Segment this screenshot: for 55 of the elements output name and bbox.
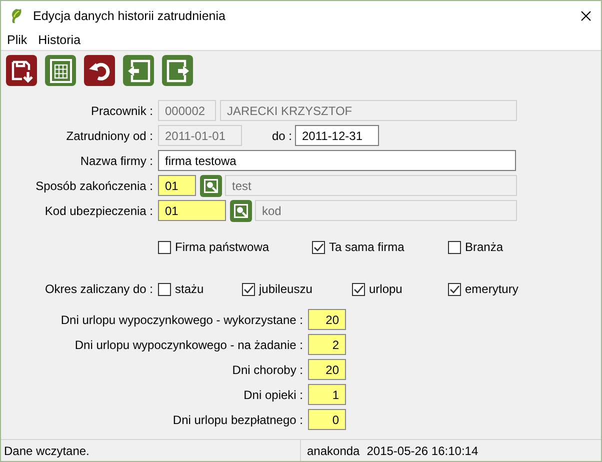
status-timestamp: 2015-05-26 16:10:14: [366, 444, 478, 458]
checkbox[interactable]: [158, 282, 171, 296]
checkbox[interactable]: [158, 240, 171, 254]
field-label: Dni urlopu wypoczynkowego - wykorzystane :: [60, 312, 303, 326]
field-label: Dni urlopu bezpłatnego :: [172, 412, 303, 426]
employee-name-field[interactable]: JARECKI KRZYSZTOF: [220, 100, 517, 121]
checkbox-label[interactable]: jubileuszu: [259, 282, 312, 296]
checkbox-label[interactable]: stażu: [175, 282, 204, 296]
description-field[interactable]: test: [225, 175, 517, 196]
checkbox-label[interactable]: Firma państwowa: [175, 240, 270, 254]
code-field[interactable]: 01: [158, 200, 226, 221]
days-field[interactable]: 1: [308, 384, 346, 405]
description-field[interactable]: kod: [255, 200, 517, 221]
field-label: Sposób zakończenia :: [34, 178, 153, 192]
undo-button[interactable]: [84, 55, 115, 86]
code-field[interactable]: 01: [158, 175, 196, 196]
field-label: Okres zaliczany do :: [44, 282, 153, 296]
menu-item[interactable]: Historia: [32, 33, 86, 47]
checkbox-label[interactable]: emerytury: [465, 282, 518, 296]
checkbox[interactable]: [448, 282, 461, 296]
company-name-field[interactable]: firma testowa: [158, 150, 516, 171]
field-label: Dni urlopu wypoczynkowego - na żadanie :: [74, 338, 303, 352]
leaf-icon: [9, 8, 23, 24]
date-to-field[interactable]: 2011-12-31: [295, 125, 379, 146]
days-field[interactable]: 20: [308, 309, 346, 330]
checkbox[interactable]: [312, 240, 325, 254]
save-button[interactable]: [6, 55, 37, 86]
menu-item[interactable]: Plik: [1, 33, 32, 47]
field-label: Nazwa firmy :: [79, 154, 153, 168]
days-field[interactable]: 20: [308, 359, 346, 380]
status-user: anakonda: [307, 444, 360, 458]
status-message: Dane wczytane.: [3, 444, 90, 458]
previous-button[interactable]: [123, 55, 154, 86]
date-from-field[interactable]: 2011-01-01: [158, 125, 242, 146]
checkbox-label[interactable]: urlopu: [369, 282, 402, 296]
field-label: Kod ubezpieczenia :: [44, 204, 153, 218]
field-label: Dni opieki :: [242, 388, 303, 402]
checkbox-label[interactable]: Branża: [465, 240, 504, 254]
employee-id-field[interactable]: 000002: [158, 100, 216, 121]
field-label: Dni choroby :: [231, 362, 303, 376]
close-icon[interactable]: [581, 10, 591, 20]
checkbox[interactable]: [352, 282, 365, 296]
next-button[interactable]: [162, 55, 193, 86]
days-field[interactable]: 2: [308, 334, 346, 355]
field-label: Pracownik :: [90, 104, 153, 118]
search-button[interactable]: [230, 200, 252, 222]
window-title: Edycja danych historii zatrudnienia: [33, 8, 226, 22]
search-button[interactable]: [200, 174, 222, 196]
checkbox[interactable]: [242, 282, 255, 296]
field-label: do :: [270, 128, 292, 142]
field-label: Zatrudniony od :: [65, 128, 153, 142]
checkbox[interactable]: [448, 240, 461, 254]
days-field[interactable]: 0: [308, 409, 346, 430]
table-button[interactable]: [45, 55, 76, 86]
checkbox-label[interactable]: Ta sama firma: [329, 240, 404, 254]
